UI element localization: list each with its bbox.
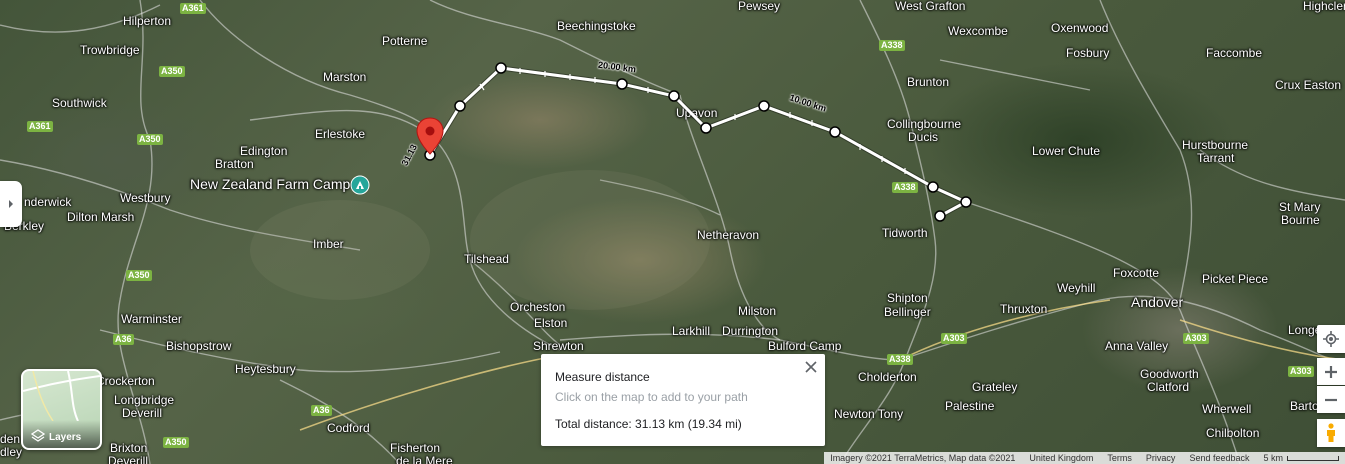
measure-distance-panel: Measure distance Click on the map to add…	[541, 354, 825, 446]
pegman-icon	[1327, 423, 1335, 442]
send-feedback-link[interactable]: Send feedback	[1189, 453, 1249, 463]
scale-line	[1287, 455, 1339, 461]
measure-title: Measure distance	[555, 370, 650, 384]
camp-icon[interactable]	[350, 175, 370, 195]
region-link[interactable]: United Kingdom	[1029, 453, 1093, 463]
terms-link[interactable]: Terms	[1107, 453, 1132, 463]
route-vertex-handle[interactable]	[960, 196, 972, 208]
plus-icon	[1325, 365, 1337, 378]
expand-sidebar-button[interactable]	[0, 181, 22, 227]
layers-button[interactable]: Layers	[21, 369, 102, 450]
my-location-button[interactable]	[1317, 325, 1345, 353]
route-vertex-handle[interactable]	[927, 181, 939, 193]
layers-icon	[31, 429, 45, 442]
route-vertex-handle[interactable]	[934, 210, 946, 222]
route-vertex-handle[interactable]	[700, 122, 712, 134]
location-pin-icon[interactable]	[416, 117, 444, 155]
zoom-in-button[interactable]	[1317, 358, 1345, 385]
layers-label: Layers	[49, 432, 82, 443]
imagery-attribution: Imagery ©2021 TerraMetrics, Map data ©20…	[830, 453, 1016, 463]
route-vertex-handle[interactable]	[454, 100, 466, 112]
scale-bar[interactable]: 5 km	[1263, 453, 1339, 463]
minus-icon	[1325, 398, 1337, 401]
route-vertex-handle[interactable]	[616, 78, 628, 90]
measure-total-distance: Total distance: 31.13 km (19.34 mi)	[555, 417, 742, 431]
route-vertex-handle[interactable]	[758, 100, 770, 112]
my-location-icon	[1323, 331, 1339, 347]
privacy-link[interactable]: Privacy	[1146, 453, 1176, 463]
route-vertex-handle[interactable]	[829, 126, 841, 138]
route-vertex-handle[interactable]	[668, 90, 680, 102]
zoom-out-button[interactable]	[1317, 386, 1345, 413]
route-vertex-handle[interactable]	[495, 62, 507, 74]
street-view-button[interactable]	[1317, 419, 1345, 447]
map-footer: Imagery ©2021 TerraMetrics, Map data ©20…	[824, 452, 1345, 464]
close-icon[interactable]	[803, 359, 819, 375]
scale-label: 5 km	[1263, 453, 1283, 463]
chevron-right-icon	[9, 200, 13, 208]
measure-hint: Click on the map to add to your path	[555, 390, 748, 404]
layers-thumbnail	[23, 371, 100, 421]
